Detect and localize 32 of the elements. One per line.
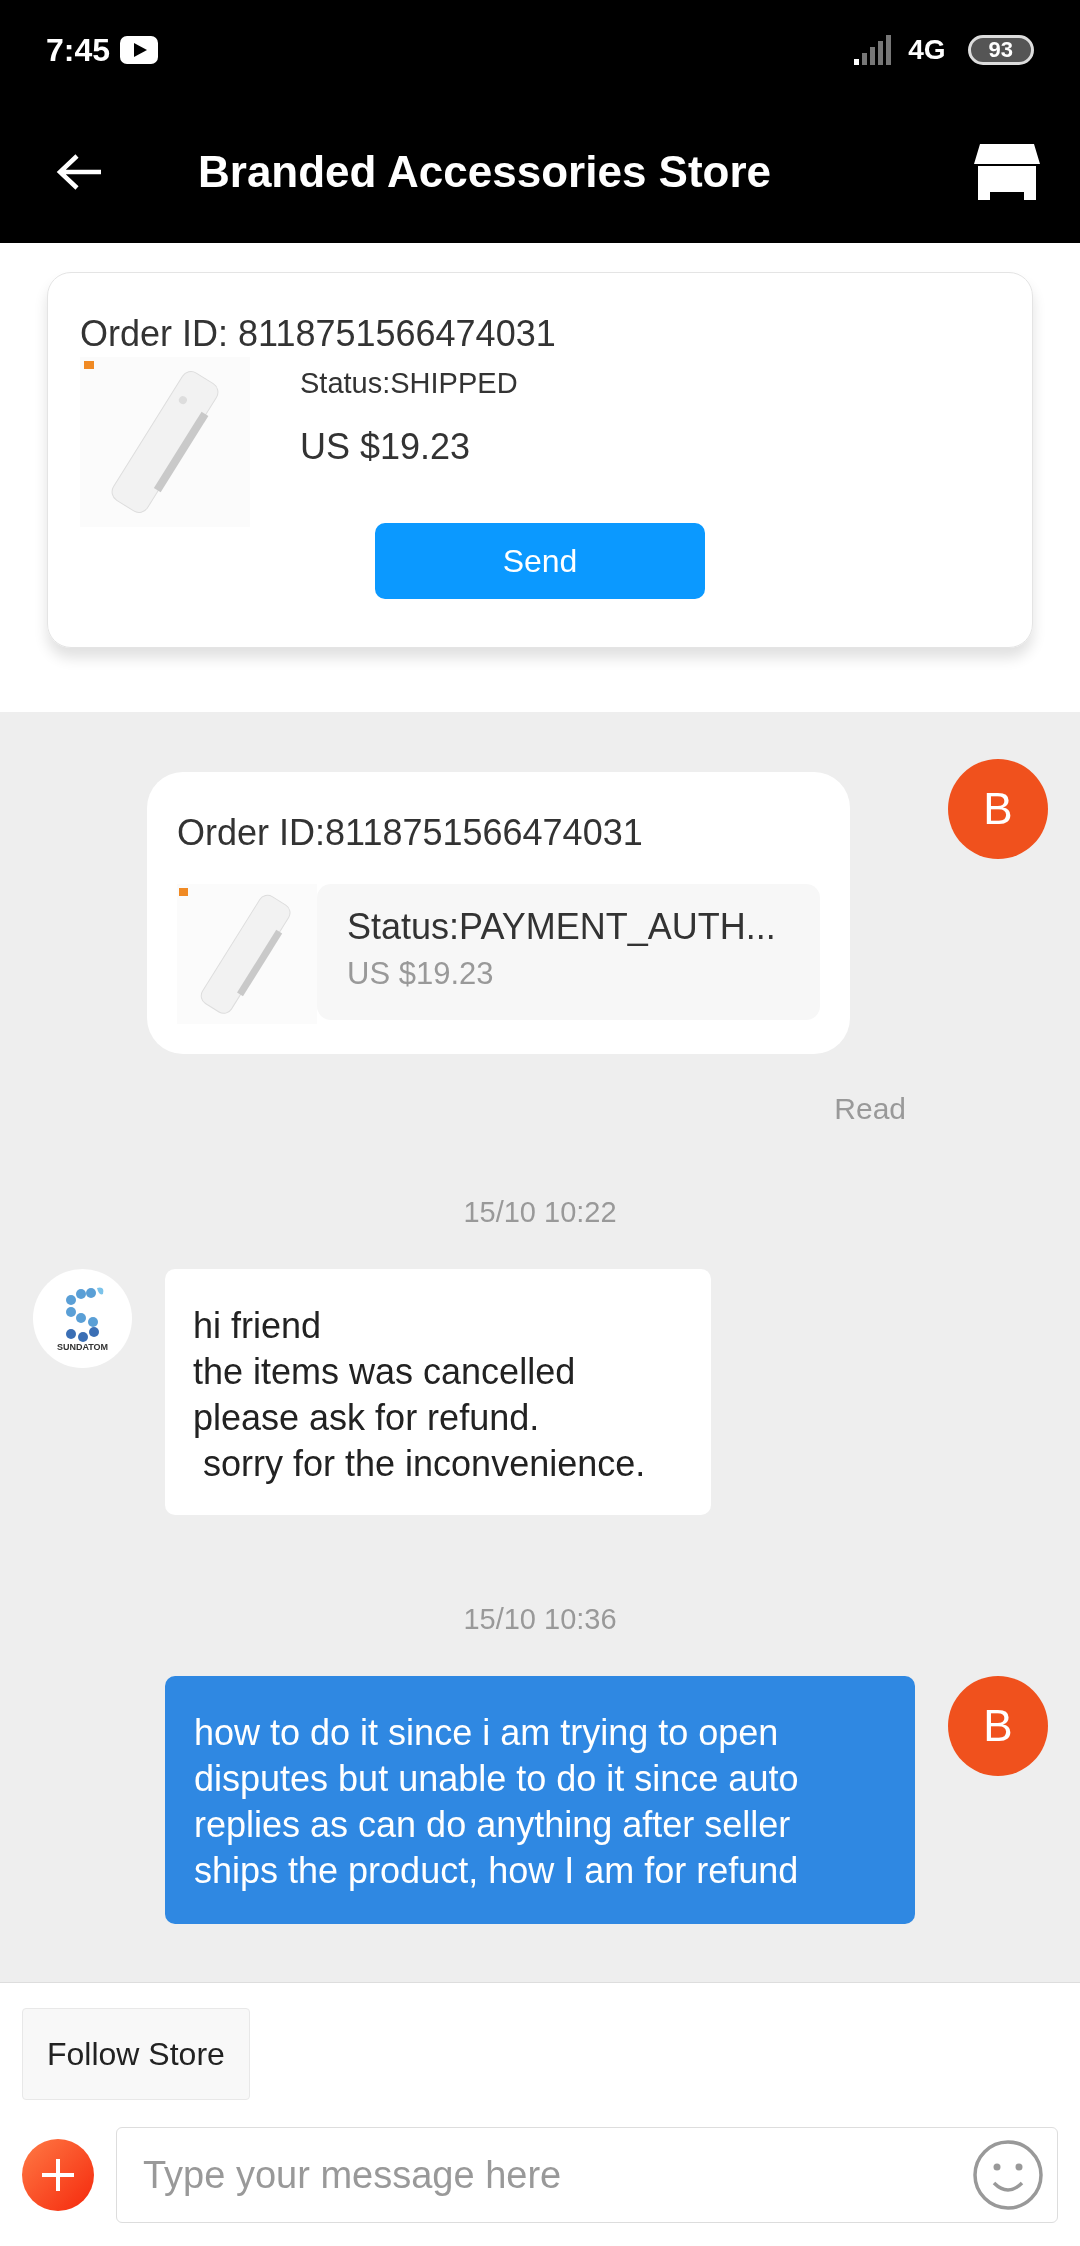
clock: 7:45 [46, 31, 111, 69]
message-input[interactable]: Type your message here [116, 2127, 1058, 2223]
timestamp: 15/10 10:22 [462, 1196, 618, 1229]
message-line: replies as can do anything after seller [194, 1803, 792, 1847]
seller-avatar[interactable]: SUNDATOM [33, 1269, 132, 1368]
message-line: sorry for the inconvenience. [202, 1442, 647, 1486]
order-id: Order ID: 8118751566474031 [80, 313, 557, 355]
message-line: the items was cancelled [193, 1350, 577, 1394]
battery-indicator: 93 [967, 35, 1034, 65]
network-label: 4G [908, 34, 946, 66]
store-icon[interactable] [974, 143, 1040, 200]
user-avatar[interactable]: B [948, 759, 1048, 859]
seller-logo-text: SUNDATOM [56, 1341, 109, 1352]
read-receipt: Read [834, 1092, 906, 1126]
message-line: disputes but unable to do it since auto [194, 1757, 800, 1801]
add-button-icon[interactable] [22, 2139, 94, 2211]
video-play-icon [120, 36, 159, 64]
order-price: US $19.23 [347, 956, 495, 992]
message-line: hi friend [193, 1304, 323, 1348]
follow-store-button[interactable]: Follow Store [22, 2008, 250, 2100]
message-line: how to do it since i am trying to open [194, 1711, 780, 1755]
message-line: ships the product, how I am for refund [194, 1849, 800, 1893]
order-status: Status:SHIPPED [300, 367, 518, 400]
smiley-icon[interactable] [972, 2139, 1044, 2211]
message-line: please ask for refund. [193, 1396, 541, 1440]
order-id: Order ID:8118751566474031 [177, 812, 644, 854]
user-avatar[interactable]: B [948, 1676, 1048, 1776]
order-price: US $19.23 [300, 426, 472, 468]
order-status: Status:PAYMENT_AUTH... [347, 906, 777, 948]
store-title: Branded Accessories Store [198, 146, 773, 197]
timestamp: 15/10 10:36 [462, 1603, 618, 1636]
back-arrow-icon[interactable] [55, 151, 103, 192]
